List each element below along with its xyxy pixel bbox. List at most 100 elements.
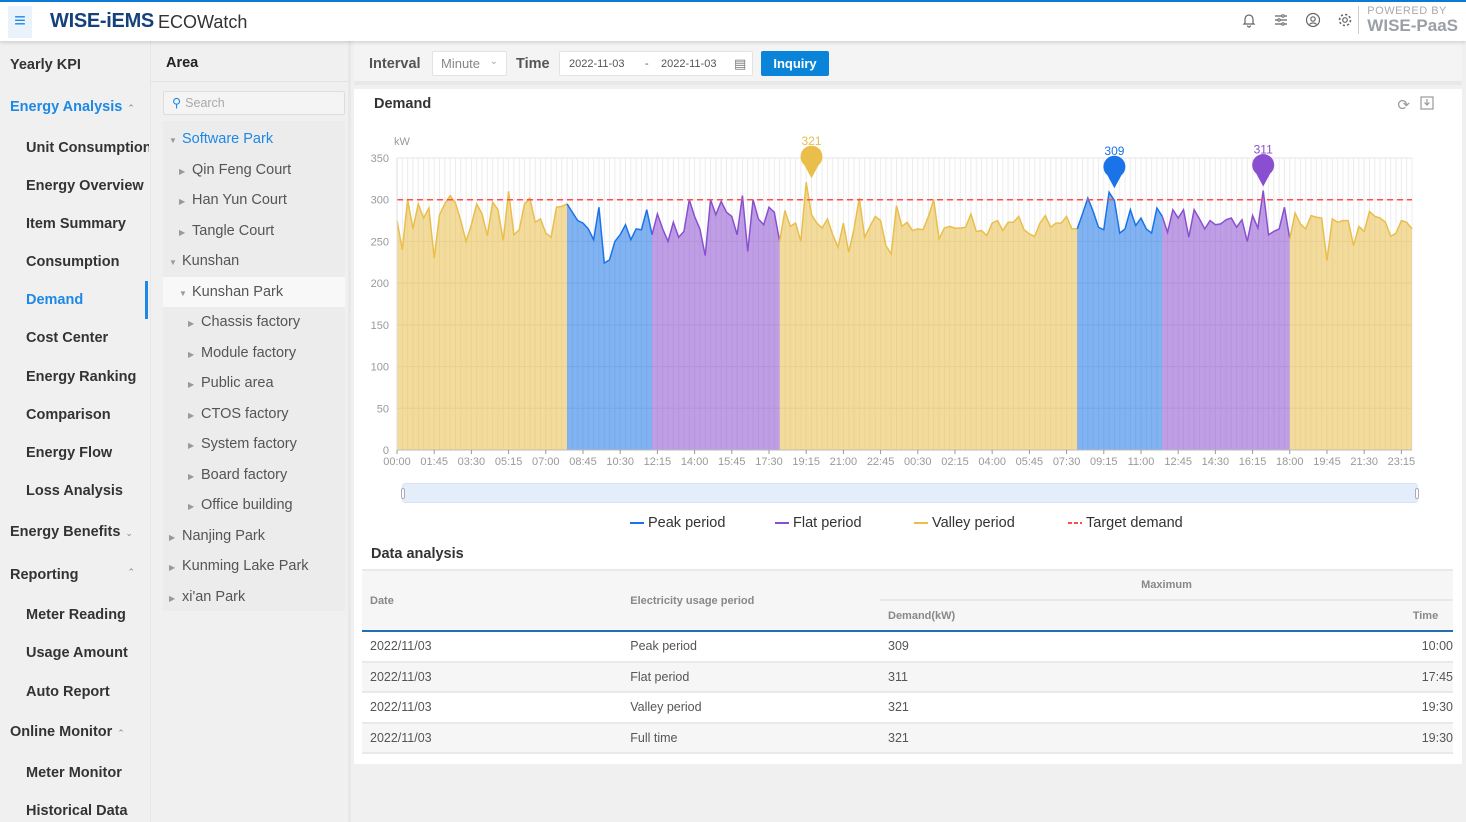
active-indicator <box>145 281 148 319</box>
chevron-up-icon: ⌃ <box>127 567 135 577</box>
tree-node[interactable]: ▶ CTOS factory <box>188 406 289 422</box>
cell-time: 19:30 <box>1139 692 1453 724</box>
nav-group-label: Yearly KPI <box>10 57 81 73</box>
caret-down-icon: ▼ <box>169 258 177 267</box>
tree-node[interactable]: ▶ Office building <box>188 497 293 513</box>
tree-node[interactable]: ▶ Kunming Lake Park <box>169 558 309 574</box>
max-marker-label-peak: 309 <box>1104 144 1124 158</box>
legend-label: Flat period <box>793 515 862 531</box>
user-circle-icon[interactable] <box>1304 12 1322 30</box>
hamburger-menu-icon[interactable]: ≡ <box>8 6 32 38</box>
nav-group-yearly-kpi[interactable]: Yearly KPI <box>10 57 81 73</box>
x-tick-label: 08:45 <box>569 456 597 468</box>
interval-value: Minute <box>441 56 481 71</box>
caret-right-icon: ▶ <box>169 533 176 542</box>
top-bar: ≡ WISE-iEMS ECOWatch POWERED BY WISE-Paa… <box>0 0 1466 41</box>
tree-node-label: Qin Feng Court <box>192 162 292 178</box>
nav-item-meter-reading[interactable]: Meter Reading <box>26 607 126 623</box>
nav-group-energy-benefits[interactable]: Energy Benefits ⌄ <box>10 524 133 540</box>
legend-label: Valley period <box>932 515 1015 531</box>
area-search-input[interactable]: ⚲ Search <box>163 91 345 115</box>
x-tick-label: 11:00 <box>1128 456 1155 468</box>
slider-handle-left[interactable] <box>401 488 405 499</box>
tree-node[interactable]: ▼ Software Park <box>169 131 273 147</box>
nav-item-usage-amount[interactable]: Usage Amount <box>26 645 128 661</box>
nav-item-cost-center[interactable]: Cost Center <box>26 330 108 346</box>
caret-right-icon: ▶ <box>179 197 186 206</box>
cell-demand: 309 <box>880 631 1140 663</box>
table-row: 2022/11/03 Full time 321 19:30 <box>362 722 1453 754</box>
legend-swatch <box>775 522 789 524</box>
bell-icon[interactable] <box>1240 12 1258 30</box>
tree-node[interactable]: ▶ Tangle Court <box>179 223 274 239</box>
nav-item-meter-monitor[interactable]: Meter Monitor <box>26 765 122 781</box>
interval-select[interactable]: Minute ⌄ <box>432 51 507 76</box>
legend-peak[interactable]: Peak period <box>630 515 725 531</box>
nav-item-energy-ranking[interactable]: Energy Ranking <box>26 369 136 385</box>
nav-group-online-monitor[interactable]: Online Monitor ⌃ <box>10 724 125 740</box>
inquiry-button[interactable]: Inquiry <box>761 51 829 76</box>
sidebar-nav: Yearly KPI Energy Analysis ⌃ Unit Consump… <box>0 41 149 822</box>
legend-target[interactable]: Target demand <box>1068 515 1183 531</box>
tree-node-label: Board factory <box>201 467 288 483</box>
legend-label: Peak period <box>648 515 726 531</box>
nav-item-item-summary[interactable]: Item Summary <box>26 216 126 232</box>
col-time: Time <box>1139 600 1453 632</box>
col-date: Date <box>362 569 623 632</box>
x-tick-label: 16:15 <box>1239 456 1267 468</box>
legend-flat[interactable]: Flat period <box>775 515 862 531</box>
date-range-picker[interactable]: 2022-11-03 - 2022-11-03 ▤ <box>559 51 753 76</box>
nav-item-consumption[interactable]: Consumption <box>26 254 119 270</box>
tree-node[interactable]: ▶ xi'an Park <box>169 589 245 605</box>
filter-bar: Interval Minute ⌄ Time 2022-11-03 - 2022-… <box>354 41 1462 85</box>
y-tick-label: 50 <box>377 403 389 415</box>
tree-node[interactable]: ▶ Chassis factory <box>188 314 300 330</box>
zoom-slider[interactable] <box>401 483 1419 503</box>
tree-node[interactable]: ▶ Qin Feng Court <box>179 162 291 178</box>
nav-item-energy-flow[interactable]: Energy Flow <box>26 445 112 461</box>
area-title: Area <box>166 55 199 71</box>
cell-period: Valley period <box>622 692 880 724</box>
nav-item-demand[interactable]: Demand <box>26 292 83 308</box>
nav-group-energy-analysis[interactable]: Energy Analysis ⌃ <box>10 99 135 115</box>
legend-valley[interactable]: Valley period <box>914 515 1015 531</box>
y-tick-label: 150 <box>371 320 389 332</box>
start-date[interactable]: 2022-11-03 <box>569 58 624 70</box>
slider-handle-right[interactable] <box>1415 488 1419 499</box>
tree-node[interactable]: ▶ Module factory <box>188 345 296 361</box>
tree-node[interactable]: ▶ Han Yun Court <box>179 192 287 208</box>
nav-item-unit-consumption[interactable]: Unit Consumption <box>26 140 149 156</box>
x-tick-label: 15:45 <box>718 456 746 468</box>
caret-right-icon: ▶ <box>169 594 176 603</box>
tree-node-label: Tangle Court <box>192 223 275 239</box>
nav-group-reporting[interactable]: Reporting ⌃ <box>10 567 135 583</box>
tree-node-label: Kunming Lake Park <box>182 558 309 574</box>
tree-node[interactable]: ▶ Public area <box>188 375 274 391</box>
caret-right-icon: ▶ <box>188 411 195 420</box>
chevron-down-icon: ⌄ <box>489 56 498 67</box>
x-tick-label: 00:00 <box>383 456 411 468</box>
caret-right-icon: ▶ <box>188 472 195 481</box>
x-tick-label: 14:00 <box>681 456 709 468</box>
tree-node-label: Module factory <box>201 345 297 361</box>
nav-item-comparison[interactable]: Comparison <box>26 407 111 423</box>
sliders-icon[interactable] <box>1272 12 1290 30</box>
search-icon: ⚲ <box>172 96 182 110</box>
nav-item-auto-report[interactable]: Auto Report <box>26 684 110 700</box>
y-tick-label: 350 <box>371 153 389 165</box>
nav-item-loss-analysis[interactable]: Loss Analysis <box>26 483 123 499</box>
y-tick-label: 100 <box>371 362 389 374</box>
tree-node-label: System factory <box>201 436 297 452</box>
x-tick-label: 21:30 <box>1350 456 1378 468</box>
tree-node[interactable]: ▼ Kunshan Park <box>179 284 283 300</box>
tree-node[interactable]: ▶ Board factory <box>188 467 287 483</box>
tree-node[interactable]: ▶ Nanjing Park <box>169 528 265 544</box>
nav-item-energy-overview[interactable]: Energy Overview <box>26 178 144 194</box>
gear-icon[interactable] <box>1336 12 1354 30</box>
tree-node[interactable]: ▼ Kunshan <box>169 253 239 269</box>
legend-label: Target demand <box>1086 515 1183 531</box>
tree-node[interactable]: ▶ System factory <box>188 436 297 452</box>
interval-label: Interval <box>369 56 421 72</box>
nav-item-historical-data[interactable]: Historical Data <box>26 803 128 819</box>
end-date[interactable]: 2022-11-03 <box>661 58 716 70</box>
